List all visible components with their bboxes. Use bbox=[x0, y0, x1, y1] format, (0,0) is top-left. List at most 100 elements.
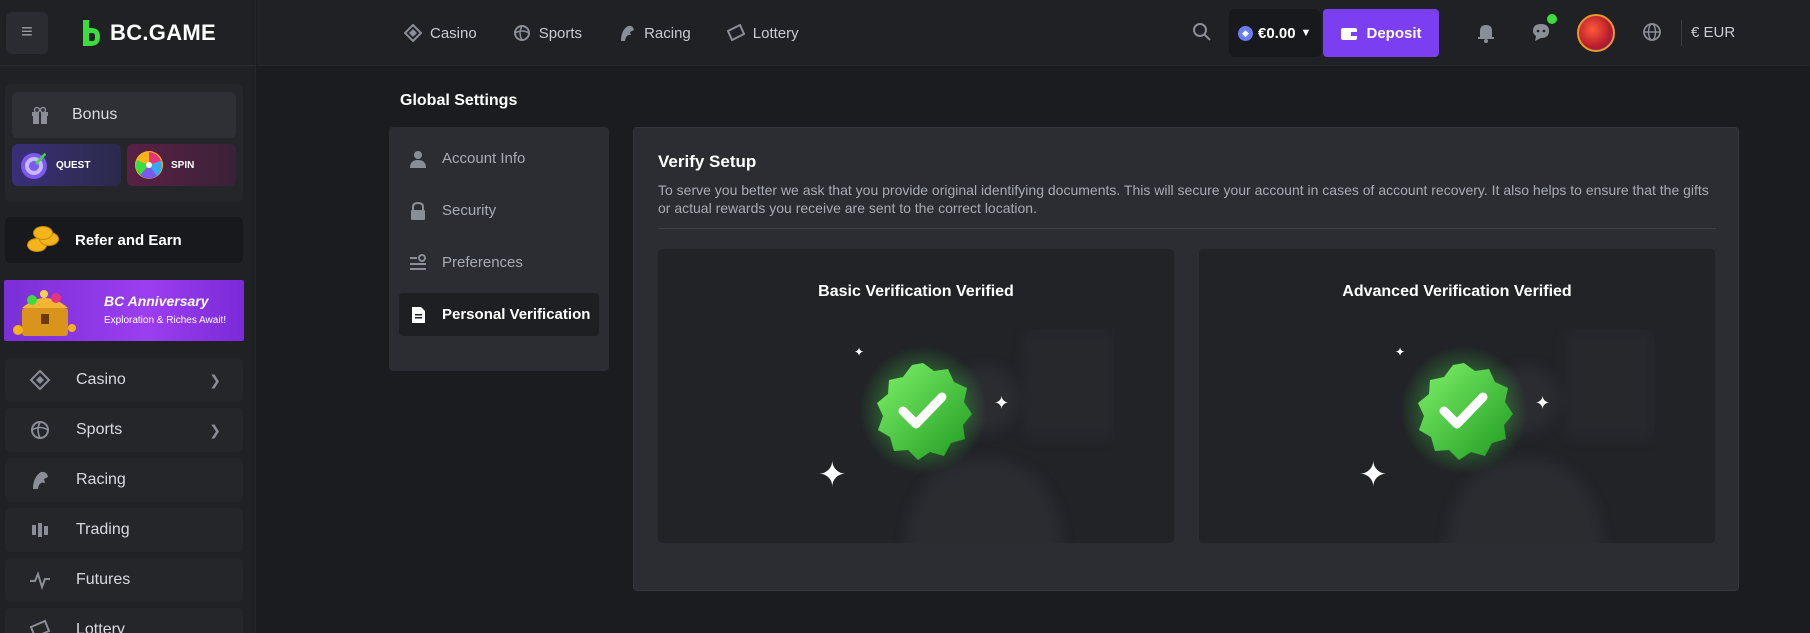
wallet-icon bbox=[1341, 28, 1358, 40]
refer-label: Refer and Earn bbox=[75, 231, 182, 249]
sparkle-icon: ✦ bbox=[854, 345, 865, 359]
anniversary-subtitle: Exploration & Riches Await! bbox=[104, 315, 227, 326]
sidebar-item-label: Trading bbox=[76, 521, 130, 538]
deposit-label: Deposit bbox=[1366, 24, 1422, 42]
spin-label: SPIN bbox=[171, 159, 195, 171]
sidebar-item-casino[interactable]: Casino ❯ bbox=[5, 358, 243, 402]
sidebar-item-label: Casino bbox=[76, 371, 126, 388]
chevron-right-icon: ❯ bbox=[209, 422, 221, 438]
settings-menu-personal-verification[interactable]: Personal Verification bbox=[399, 293, 599, 336]
target-icon bbox=[21, 152, 47, 179]
chevron-right-icon: ❯ bbox=[209, 372, 221, 388]
sidebar-item-futures[interactable]: Futures bbox=[5, 558, 243, 602]
settings-menu-label: Preferences bbox=[442, 254, 523, 271]
spin-button[interactable]: SPIN bbox=[127, 144, 236, 186]
hamburger-icon: ≡ bbox=[21, 21, 33, 43]
basic-verification-card[interactable]: Basic Verification Verified ✦ ✦ ✦ bbox=[658, 249, 1174, 543]
sparkle-icon: ✦ bbox=[1535, 393, 1551, 413]
top-nav: Casino Sports Racing Lottery bbox=[404, 0, 835, 66]
quest-button[interactable]: QUEST bbox=[12, 144, 121, 186]
verified-badge-icon bbox=[1400, 346, 1528, 474]
verify-description: To serve you better we ask that you prov… bbox=[658, 182, 1709, 216]
top-nav-label: Sports bbox=[538, 24, 583, 42]
coins-icon bbox=[23, 226, 63, 254]
racing-icon bbox=[621, 25, 635, 41]
verification-card-title: Advanced Verification Verified bbox=[1342, 283, 1572, 300]
sparkle-icon: ✦ bbox=[1395, 345, 1406, 359]
anniversary-banner[interactable]: BC Anniversary Exploration & Riches Awai… bbox=[4, 280, 244, 341]
sidebar-header: ≡ BC.GAME bbox=[0, 0, 255, 66]
top-nav-label: Lottery bbox=[752, 24, 799, 42]
bell-icon[interactable] bbox=[1475, 21, 1497, 43]
chat-icon[interactable] bbox=[1530, 21, 1552, 43]
trading-icon bbox=[32, 523, 48, 537]
sidebar-item-trading[interactable]: Trading bbox=[5, 508, 243, 552]
verified-badge-icon bbox=[859, 346, 987, 474]
top-nav-lottery[interactable]: Lottery bbox=[726, 24, 799, 42]
casino-icon bbox=[29, 369, 51, 391]
currency-coin-icon: ◆ bbox=[1238, 25, 1253, 41]
top-nav-racing[interactable]: Racing bbox=[618, 24, 691, 42]
user-icon bbox=[410, 150, 426, 168]
lottery-icon bbox=[726, 24, 745, 42]
top-nav-label: Racing bbox=[644, 24, 691, 42]
search-icon[interactable] bbox=[1192, 22, 1212, 42]
currency-selector[interactable]: € EUR bbox=[1691, 24, 1735, 41]
treasure-chest-icon bbox=[13, 290, 76, 336]
top-nav-label: Casino bbox=[430, 24, 477, 42]
topbar: Casino Sports Racing Lottery ◆ €0.00 ▼ D… bbox=[257, 0, 1810, 66]
top-nav-sports[interactable]: Sports bbox=[513, 24, 582, 42]
bonus-button[interactable]: Bonus bbox=[12, 92, 236, 138]
sidebar-item-lottery[interactable]: Lottery bbox=[5, 608, 243, 633]
document-icon bbox=[412, 306, 425, 323]
quest-label: QUEST bbox=[56, 159, 91, 171]
preferences-icon bbox=[410, 253, 426, 270]
logo-icon bbox=[83, 19, 100, 46]
sparkle-icon: ✦ bbox=[818, 456, 847, 494]
verification-card-title: Basic Verification Verified bbox=[818, 283, 1014, 300]
verify-title: Verify Setup bbox=[658, 152, 757, 171]
settings-menu-account-info[interactable]: Account Info bbox=[399, 137, 599, 180]
settings-menu-label: Personal Verification bbox=[442, 306, 591, 323]
sidebar-item-sports[interactable]: Sports ❯ bbox=[5, 408, 243, 452]
sparkle-icon: ✦ bbox=[1359, 456, 1388, 494]
avatar[interactable] bbox=[1577, 14, 1615, 52]
globe-icon[interactable] bbox=[1641, 21, 1663, 43]
sidebar: ≡ BC.GAME Bonus QUEST SPIN Refer and Ear… bbox=[0, 0, 256, 633]
sidebar-item-label: Racing bbox=[76, 471, 126, 488]
divider bbox=[658, 228, 1716, 229]
sparkle-icon: ✦ bbox=[994, 393, 1010, 413]
chevron-down-icon: ▼ bbox=[1300, 27, 1312, 39]
balance-value: €0.00 bbox=[1258, 24, 1296, 42]
settings-menu-preferences[interactable]: Preferences bbox=[399, 241, 599, 284]
sidebar-item-label: Sports bbox=[76, 421, 123, 438]
divider bbox=[1681, 20, 1682, 46]
wheel-icon bbox=[135, 151, 163, 179]
refer-and-earn-button[interactable]: Refer and Earn bbox=[5, 217, 243, 263]
sidebar-item-label: Futures bbox=[76, 571, 131, 588]
menu-toggle-button[interactable]: ≡ bbox=[6, 11, 48, 54]
casino-icon bbox=[404, 24, 422, 42]
anniversary-title: BC Anniversary bbox=[104, 293, 209, 309]
settings-menu-label: Security bbox=[442, 202, 497, 219]
page-title: Global Settings bbox=[400, 92, 518, 109]
verify-setup-panel: Verify Setup To serve you better we ask … bbox=[633, 127, 1739, 591]
wallet-balance-dropdown[interactable]: ◆ €0.00 ▼ bbox=[1229, 9, 1321, 57]
bonus-section: Bonus QUEST SPIN bbox=[5, 84, 243, 202]
logo[interactable]: BC.GAME bbox=[80, 18, 216, 48]
bonus-label: Bonus bbox=[72, 106, 118, 123]
sidebar-item-racing[interactable]: Racing bbox=[5, 458, 243, 502]
lock-icon bbox=[411, 201, 425, 220]
advanced-verification-card[interactable]: Advanced Verification Verified ✦ ✦ ✦ bbox=[1199, 249, 1715, 543]
lottery-icon bbox=[29, 619, 51, 633]
settings-menu: Account Info Security Preferences Person… bbox=[389, 127, 609, 371]
futures-icon bbox=[30, 571, 50, 591]
settings-menu-security[interactable]: Security bbox=[399, 189, 599, 232]
sports-icon bbox=[31, 421, 49, 439]
sports-icon bbox=[513, 25, 530, 41]
notification-dot bbox=[1547, 14, 1557, 24]
sidebar-item-label: Lottery bbox=[76, 621, 125, 633]
deposit-button[interactable]: Deposit bbox=[1323, 9, 1439, 57]
settings-menu-label: Account Info bbox=[442, 150, 526, 167]
top-nav-casino[interactable]: Casino bbox=[404, 24, 477, 42]
